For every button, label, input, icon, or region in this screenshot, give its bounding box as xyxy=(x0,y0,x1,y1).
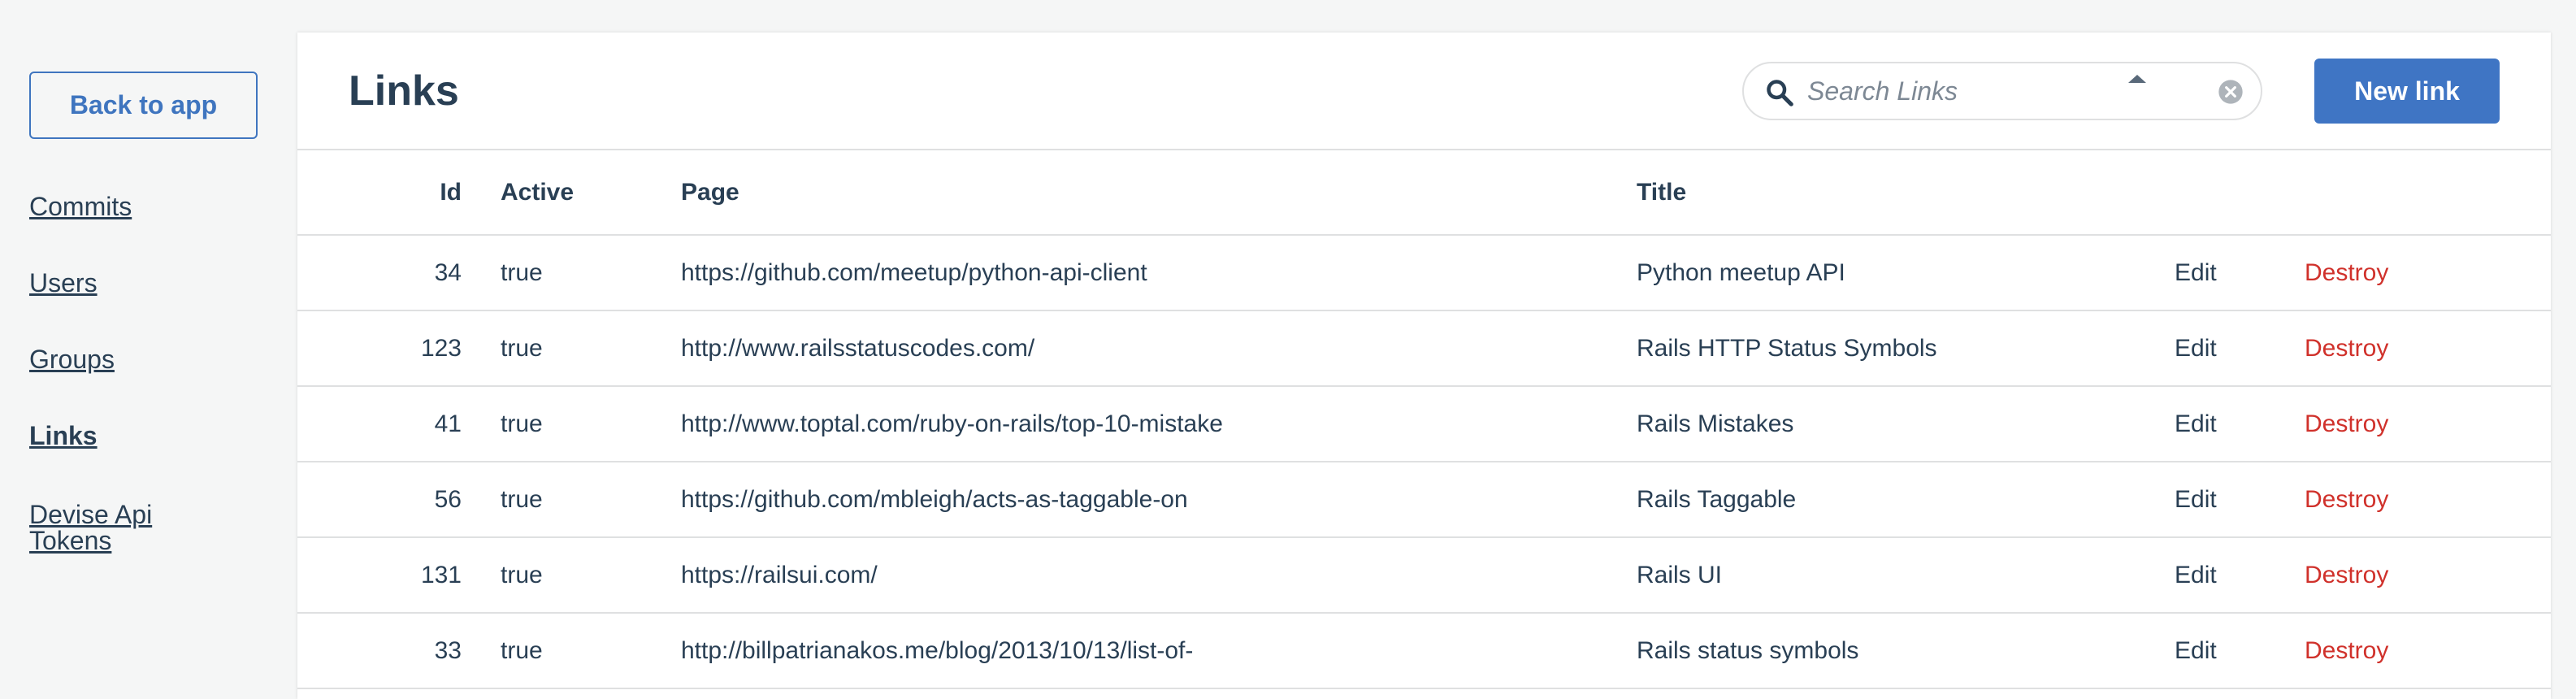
sidebar-item-groups[interactable]: Groups xyxy=(29,346,115,372)
row-gap xyxy=(462,537,501,614)
sidebar: Back to app Commits Users Groups Links D… xyxy=(0,0,297,689)
row-gap xyxy=(462,235,501,311)
sidebar-item-commits[interactable]: Commits xyxy=(29,193,132,219)
cell-active[interactable]: true xyxy=(501,310,681,387)
cell-id[interactable]: 41 xyxy=(338,386,462,462)
sort-ascending-icon[interactable] xyxy=(2128,75,2146,83)
sidebar-item-links[interactable]: Links xyxy=(29,423,98,449)
table-row[interactable]: 33 true http://billpatrianakos.me/blog/2… xyxy=(297,613,2551,689)
row-gap xyxy=(462,310,501,387)
edit-link[interactable]: Edit xyxy=(2175,637,2217,664)
search-box[interactable] xyxy=(1742,62,2262,120)
table-row[interactable]: 131 true https://railsui.com/ Rails UI E… xyxy=(297,537,2551,614)
cell-title[interactable]: Rails Taggable xyxy=(1637,462,2175,538)
cell-id[interactable]: 33 xyxy=(338,613,462,689)
column-header-page[interactable]: Page xyxy=(681,150,1637,236)
cell-title[interactable]: Rails UI xyxy=(1637,537,2175,614)
cell-title[interactable]: Rails Mistakes xyxy=(1637,386,2175,462)
sidebar-item-users[interactable]: Users xyxy=(29,270,98,296)
cell-page[interactable]: https://github.com/meetup/python-api-cli… xyxy=(681,235,1637,311)
cell-id[interactable]: 56 xyxy=(338,462,462,538)
header-spacer xyxy=(297,150,338,236)
table-row[interactable]: 34 true https://github.com/meetup/python… xyxy=(297,235,2551,311)
cell-page[interactable]: https://railsui.com/ xyxy=(681,537,1637,614)
page-title: Links xyxy=(349,67,459,115)
destroy-link[interactable]: Destroy xyxy=(2305,486,2388,513)
row-spacer xyxy=(297,537,338,614)
column-header-title[interactable]: Title xyxy=(1637,150,2175,236)
cell-page[interactable]: http://www.toptal.com/ruby-on-rails/top-… xyxy=(681,386,1637,462)
table-row[interactable]: 123 true http://www.railsstatuscodes.com… xyxy=(297,310,2551,387)
edit-link[interactable]: Edit xyxy=(2175,335,2217,362)
row-gap xyxy=(462,386,501,462)
row-spacer xyxy=(297,613,338,689)
cell-active[interactable]: true xyxy=(501,462,681,538)
cell-page[interactable]: http://billpatrianakos.me/blog/2013/10/1… xyxy=(681,613,1637,689)
cell-active[interactable]: true xyxy=(501,613,681,689)
cell-page[interactable]: https://github.com/mbleigh/acts-as-tagga… xyxy=(681,462,1637,538)
cell-title[interactable]: Rails HTTP Status Symbols xyxy=(1637,310,2175,387)
row-gap xyxy=(462,462,501,538)
column-header-active[interactable]: Active xyxy=(501,150,681,236)
edit-link[interactable]: Edit xyxy=(2175,410,2217,437)
column-header-id[interactable]: Id xyxy=(338,150,462,236)
row-spacer xyxy=(297,235,338,311)
edit-link[interactable]: Edit xyxy=(2175,259,2217,286)
row-spacer xyxy=(297,310,338,387)
edit-link[interactable]: Edit xyxy=(2175,486,2217,513)
back-to-app-button[interactable]: Back to app xyxy=(29,72,258,139)
destroy-link[interactable]: Destroy xyxy=(2305,562,2388,588)
links-table: Id Active Page Title 34 true https://git… xyxy=(297,150,2551,689)
destroy-link[interactable]: Destroy xyxy=(2305,259,2388,286)
table-row[interactable]: 41 true http://www.toptal.com/ruby-on-ra… xyxy=(297,386,2551,462)
cell-id[interactable]: 131 xyxy=(338,537,462,614)
cell-title[interactable]: Rails status symbols xyxy=(1637,613,2175,689)
destroy-link[interactable]: Destroy xyxy=(2305,410,2388,437)
new-link-button[interactable]: New link xyxy=(2314,59,2500,124)
edit-link[interactable]: Edit xyxy=(2175,562,2217,588)
search-icon xyxy=(1767,80,1793,106)
table-row[interactable]: 56 true https://github.com/mbleigh/acts-… xyxy=(297,462,2551,538)
cell-active[interactable]: true xyxy=(501,537,681,614)
clear-search-icon[interactable] xyxy=(2218,79,2244,105)
table-header-row: Id Active Page Title xyxy=(297,150,2551,236)
destroy-link[interactable]: Destroy xyxy=(2305,637,2388,664)
sidebar-item-devise-api-tokens[interactable]: Devise Api Tokens xyxy=(29,501,192,554)
row-spacer xyxy=(297,462,338,538)
header-destroy-spacer xyxy=(2305,150,2551,236)
row-spacer xyxy=(297,386,338,462)
cell-active[interactable]: true xyxy=(501,386,681,462)
cell-id[interactable]: 34 xyxy=(338,235,462,311)
cell-title[interactable]: Python meetup API xyxy=(1637,235,2175,311)
cell-active[interactable]: true xyxy=(501,235,681,311)
destroy-link[interactable]: Destroy xyxy=(2305,335,2388,362)
header-gap xyxy=(462,150,501,236)
cell-page[interactable]: http://www.railsstatuscodes.com/ xyxy=(681,310,1637,387)
row-gap xyxy=(462,613,501,689)
cell-id[interactable]: 123 xyxy=(338,310,462,387)
header-edit-spacer xyxy=(2175,150,2305,236)
main-panel: Links New link Id Active Page Title xyxy=(297,33,2551,699)
